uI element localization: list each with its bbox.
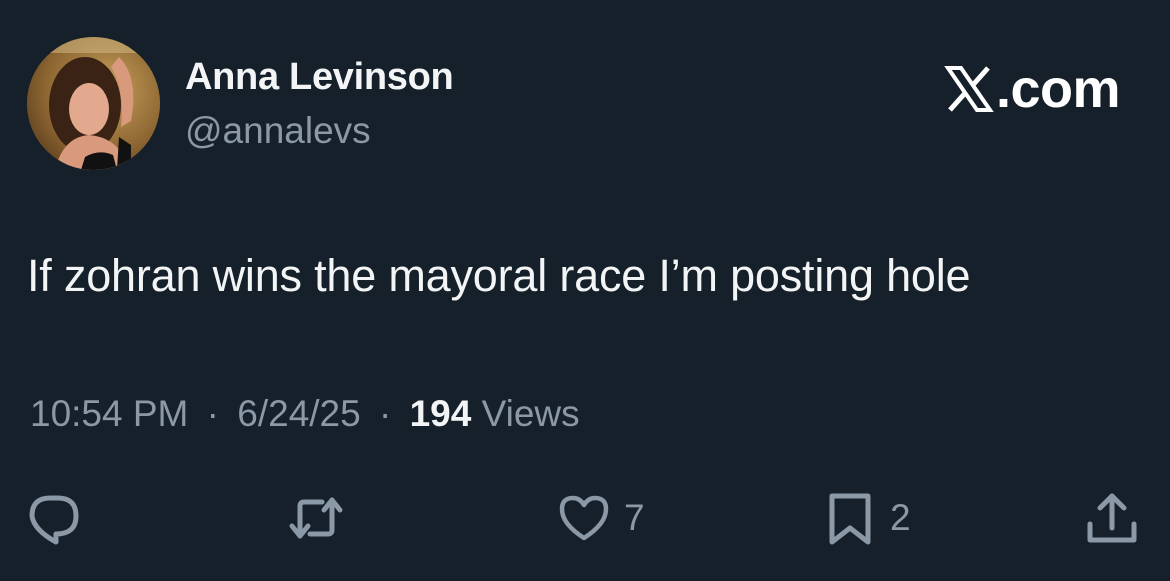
action-bar: 7 2 — [0, 488, 1170, 548]
tweet-meta: 10:54 PM · 6/24/25 · 194 Views — [30, 393, 580, 435]
bookmark-button[interactable]: 2 — [822, 488, 911, 548]
share-button[interactable] — [1084, 488, 1140, 548]
tweet-time[interactable]: 10:54 PM — [30, 393, 188, 434]
avatar[interactable] — [27, 37, 160, 170]
retweet-button[interactable] — [288, 488, 344, 548]
author-handle[interactable]: @annalevs — [185, 110, 371, 152]
tweet-card: Anna Levinson @annalevs .com If zohran w… — [0, 0, 1170, 581]
reply-button[interactable] — [26, 488, 82, 548]
author-display-name[interactable]: Anna Levinson — [185, 56, 454, 99]
x-logo-icon — [944, 66, 994, 112]
tweet-date[interactable]: 6/24/25 — [237, 393, 360, 434]
share-icon — [1087, 493, 1137, 543]
meta-separator: · — [206, 393, 219, 434]
source-label: .com — [944, 58, 1121, 120]
bookmark-count: 2 — [890, 497, 911, 538]
like-button[interactable]: 7 — [556, 488, 645, 548]
views-label: Views — [481, 393, 580, 434]
tweet-text: If zohran wins the mayoral race I’m post… — [27, 250, 971, 301]
meta-separator: · — [379, 393, 392, 434]
bookmark-icon — [829, 493, 871, 545]
reply-icon — [29, 495, 79, 545]
views-count: 194 — [409, 393, 472, 434]
heart-icon — [559, 495, 609, 541]
source-domain-text: .com — [995, 59, 1121, 119]
retweet-icon — [289, 497, 343, 539]
like-count: 7 — [624, 497, 645, 538]
